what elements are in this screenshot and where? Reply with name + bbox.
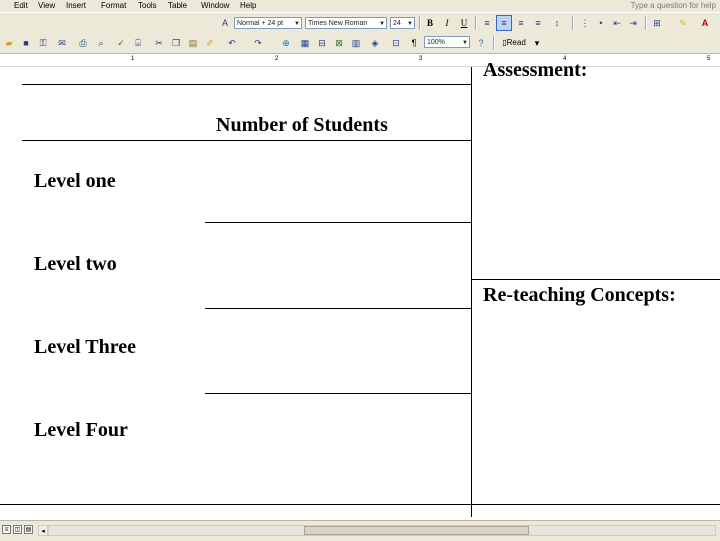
- menu-help[interactable]: Help: [240, 1, 256, 10]
- level-label: Level two: [34, 253, 117, 275]
- ruler-mark: 5: [707, 56, 711, 62]
- hyperlink-icon[interactable]: ⊕: [279, 36, 293, 50]
- view-scroll-bar: ≡ ◫ ▤ ◂: [0, 520, 720, 541]
- toolbar-separator: [645, 16, 647, 30]
- menu-window[interactable]: Window: [201, 1, 229, 10]
- research-icon[interactable]: ⌸: [131, 36, 145, 50]
- ruler-mark: 1: [131, 56, 135, 62]
- align-center-icon[interactable]: ≡: [496, 15, 512, 31]
- print-layout-icon[interactable]: ▤: [24, 525, 33, 534]
- chevron-down-icon: ▼: [462, 40, 468, 46]
- font-size-combo[interactable]: 24 ▼: [390, 17, 415, 29]
- numbering-icon[interactable]: ⋮: [578, 16, 592, 30]
- show-hide-button[interactable]: ¶: [407, 36, 421, 50]
- line-spacing-icon[interactable]: ↕: [550, 16, 564, 30]
- level-label: Level Four: [34, 419, 128, 441]
- chevron-down-icon: ▼: [407, 21, 413, 27]
- web-view-icon[interactable]: ◫: [13, 525, 22, 534]
- document-page[interactable]: Assessment: Number of Students Level one…: [0, 59, 720, 517]
- answer-line: [205, 222, 472, 223]
- read-button[interactable]: ▯Read: [497, 36, 531, 50]
- undo-icon[interactable]: ↶: [225, 36, 239, 50]
- chevron-down-icon: ▼: [294, 21, 300, 27]
- table-rule: [472, 279, 720, 280]
- columns-icon[interactable]: ▥: [349, 36, 363, 50]
- menu-table[interactable]: Table: [168, 1, 187, 10]
- zoom-value: 100%: [427, 39, 445, 46]
- style-value: Normal + 24 pt: [237, 20, 284, 27]
- page-bottom-rule: [0, 504, 720, 505]
- scroll-left-button[interactable]: ◂: [38, 525, 48, 536]
- toolbar-separator: [475, 16, 477, 30]
- menu-bar: Edit View Insert Format Tools Table Wind…: [0, 0, 720, 12]
- zoom-combo[interactable]: 100% ▼: [424, 36, 470, 48]
- styles-icon[interactable]: A: [218, 16, 232, 30]
- scrollbar-thumb[interactable]: [304, 526, 529, 535]
- normal-view-icon[interactable]: ≡: [2, 525, 11, 534]
- bold-button[interactable]: B: [423, 16, 437, 30]
- menu-tools[interactable]: Tools: [138, 1, 157, 10]
- paste-icon[interactable]: ▤: [186, 36, 200, 50]
- chevron-down-icon: ▼: [379, 21, 385, 27]
- print-preview-icon[interactable]: ⌕: [94, 36, 108, 50]
- toolbar-separator: [572, 16, 574, 30]
- menu-edit[interactable]: Edit: [14, 1, 28, 10]
- font-value: Times New Roman: [308, 20, 368, 27]
- copy-icon[interactable]: ❐: [169, 36, 183, 50]
- redo-icon[interactable]: ↷: [251, 36, 265, 50]
- ruler-mark: 2: [275, 56, 279, 62]
- answer-line: [205, 393, 472, 394]
- ruler-mark: 3: [419, 56, 423, 62]
- border-icon[interactable]: ⊞: [650, 16, 664, 30]
- italic-button[interactable]: I: [440, 16, 454, 30]
- standard-toolbar: ▰ ■ ⚿ ✉ ⎙ ⌕ ✓ ⌸ ✂ ❐ ▤ ✐ ↶ ↷ ⊕ ▦ ⊟ ⊠ ▥ ◈ …: [0, 33, 720, 54]
- formatting-toolbar: A Normal + 24 pt ▼ Times New Roman ▼ 24 …: [0, 12, 720, 34]
- align-left-icon[interactable]: ≡: [480, 16, 494, 30]
- horizontal-scrollbar[interactable]: [48, 525, 716, 536]
- drawing-icon[interactable]: ◈: [368, 36, 382, 50]
- answer-line: [205, 308, 472, 309]
- menu-view[interactable]: View: [38, 1, 55, 10]
- justify-icon[interactable]: ≡: [531, 16, 545, 30]
- insert-table-icon[interactable]: ⊟: [315, 36, 329, 50]
- help-icon[interactable]: ?: [474, 36, 488, 50]
- number-of-students-heading: Number of Students: [216, 114, 388, 136]
- tables-borders-icon[interactable]: ▦: [298, 36, 312, 50]
- align-right-icon[interactable]: ≡: [514, 16, 528, 30]
- menu-format[interactable]: Format: [101, 1, 126, 10]
- toolbar-options-icon[interactable]: ▾: [534, 36, 540, 50]
- email-icon[interactable]: ✉: [55, 36, 69, 50]
- cut-icon[interactable]: ✂: [152, 36, 166, 50]
- table-column-border: [471, 67, 472, 517]
- font-combo[interactable]: Times New Roman ▼: [305, 17, 387, 29]
- underline-button[interactable]: U: [457, 16, 471, 30]
- permission-icon[interactable]: ⚿: [36, 36, 50, 50]
- style-combo[interactable]: Normal + 24 pt ▼: [234, 17, 302, 29]
- font-size-value: 24: [393, 20, 401, 27]
- assessment-heading: Assessment:: [483, 59, 588, 81]
- save-icon[interactable]: ■: [19, 36, 33, 50]
- level-label: Level Three: [34, 336, 137, 358]
- font-color-icon[interactable]: A: [698, 16, 712, 30]
- spelling-icon[interactable]: ✓: [114, 36, 128, 50]
- help-question-box[interactable]: Type a question for help: [631, 1, 716, 10]
- level-label: Level one: [34, 170, 116, 192]
- horizontal-ruler[interactable]: 1 2 3 4 5: [0, 54, 720, 67]
- reteaching-heading: Re-teaching Concepts:: [483, 284, 676, 306]
- increase-indent-icon[interactable]: ⇥: [626, 16, 640, 30]
- insert-excel-icon[interactable]: ⊠: [332, 36, 346, 50]
- table-rule: [22, 84, 472, 85]
- menu-insert[interactable]: Insert: [66, 1, 86, 10]
- document-map-icon[interactable]: ⊡: [389, 36, 403, 50]
- format-painter-icon[interactable]: ✐: [203, 36, 217, 50]
- bullets-icon[interactable]: •: [594, 16, 608, 30]
- read-label: Read: [506, 38, 526, 47]
- toolbar-separator: [493, 36, 495, 50]
- table-rule: [22, 140, 472, 141]
- highlight-icon[interactable]: ✎: [676, 16, 690, 30]
- print-icon[interactable]: ⎙: [76, 36, 90, 50]
- decrease-indent-icon[interactable]: ⇤: [610, 16, 624, 30]
- open-icon[interactable]: ▰: [2, 36, 16, 50]
- toolbar-separator: [419, 16, 421, 30]
